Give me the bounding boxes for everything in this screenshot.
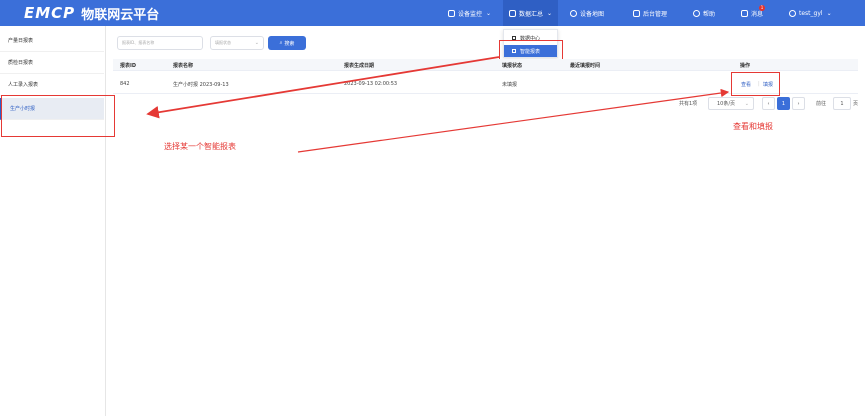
annotation-arrows [146,56,730,153]
annotation-view-and-fill: 查看和填报 [733,122,773,131]
arrow-to-sidebar [146,56,500,119]
annotation-select-report: 选择某一个智能报表 [164,142,236,151]
arrow-to-actions [297,88,730,153]
